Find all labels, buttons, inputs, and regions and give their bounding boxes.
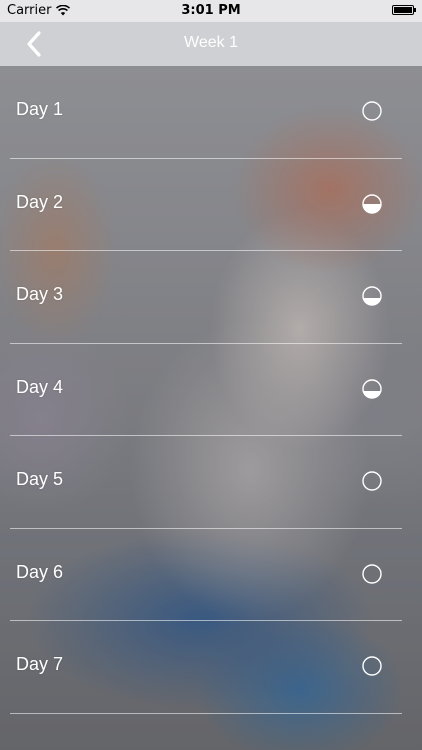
day-label: Day 2 xyxy=(16,191,64,212)
day-label: Day 4 xyxy=(16,376,64,397)
day-label: Day 7 xyxy=(16,654,64,674)
status-bar: Carrier 3:01 PM xyxy=(0,0,422,22)
progress-circle-icon xyxy=(362,656,382,676)
progress-circle-icon xyxy=(362,378,382,399)
day-label: Day 3 xyxy=(16,284,64,304)
day-label: Day 6 xyxy=(16,561,64,582)
progress-circle-icon xyxy=(362,563,382,584)
day-row[interactable]: Day 5 xyxy=(0,436,422,529)
progress-circle-icon xyxy=(362,101,382,121)
progress-ring xyxy=(362,101,382,121)
day-row[interactable]: Day 3 xyxy=(0,251,422,344)
day-row[interactable]: Day 7 xyxy=(0,621,422,714)
progress-circle-icon xyxy=(362,471,382,491)
page-title: Week 1 xyxy=(184,34,238,51)
day-row[interactable]: Day 2 xyxy=(0,159,422,252)
day-row[interactable]: Day 1 xyxy=(0,66,422,159)
navigation-bar: Week 1 xyxy=(0,22,422,66)
day-row[interactable]: Day 6 xyxy=(0,529,422,622)
progress-ring xyxy=(362,563,382,584)
day-list: Day 1 Day 2 Day 3 Day 4 Day 5 Day 6 Day 7 xyxy=(0,66,422,714)
battery-icon xyxy=(392,5,416,15)
day-label: Day 1 xyxy=(16,99,64,119)
day-row[interactable]: Day 4 xyxy=(0,344,422,437)
day-label: Day 5 xyxy=(16,469,64,489)
progress-circle-icon xyxy=(362,286,382,306)
progress-circle-icon xyxy=(362,193,382,214)
progress-ring xyxy=(362,656,382,676)
status-time: 3:01 PM xyxy=(181,3,241,18)
progress-ring xyxy=(362,471,382,491)
